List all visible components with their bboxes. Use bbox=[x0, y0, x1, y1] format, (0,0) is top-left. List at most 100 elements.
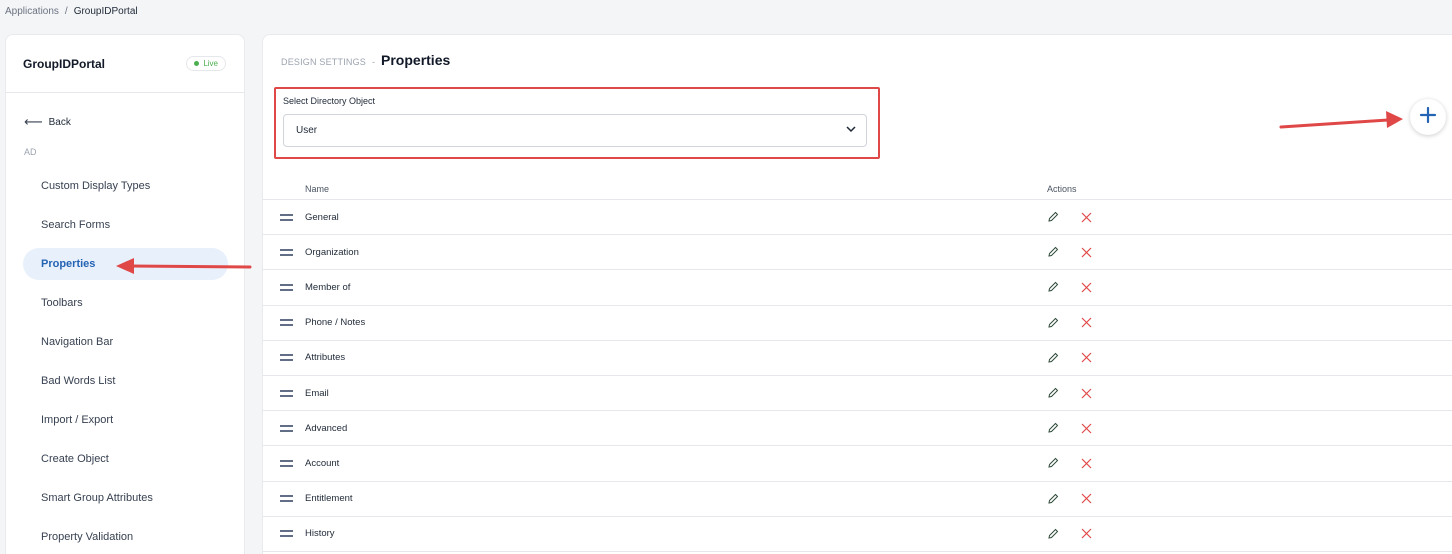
edit-button[interactable] bbox=[1047, 528, 1059, 540]
delete-button[interactable] bbox=[1081, 493, 1092, 504]
breadcrumb-applications[interactable]: Applications bbox=[5, 6, 59, 17]
close-icon bbox=[1081, 388, 1092, 398]
edit-button[interactable] bbox=[1047, 281, 1059, 293]
pencil-icon bbox=[1048, 352, 1059, 363]
breadcrumb-separator: / bbox=[64, 6, 68, 17]
row-actions bbox=[1047, 422, 1092, 434]
sidebar-item-property-validation[interactable]: Property Validation bbox=[23, 521, 228, 553]
directory-object-select-highlight: Select Directory Object User bbox=[274, 87, 880, 159]
sidebar-item-smart-group-attributes[interactable]: Smart Group Attributes bbox=[23, 482, 228, 514]
back-label: Back bbox=[48, 116, 71, 128]
pencil-icon bbox=[1048, 317, 1059, 328]
sidebar-item-import-export[interactable]: Import / Export bbox=[23, 404, 228, 436]
drag-handle-icon[interactable] bbox=[263, 460, 305, 467]
row-name: History bbox=[305, 528, 335, 540]
delete-button[interactable] bbox=[1081, 317, 1092, 328]
row-name: Advanced bbox=[305, 422, 348, 434]
chevron-down-icon bbox=[846, 125, 856, 136]
close-icon bbox=[1081, 317, 1092, 328]
pencil-icon bbox=[1048, 282, 1059, 293]
delete-button[interactable] bbox=[1081, 423, 1092, 434]
table-row: Email bbox=[263, 376, 1452, 412]
table-row: Entitlement bbox=[263, 482, 1452, 517]
table-row: Organization bbox=[263, 235, 1452, 271]
table-row: Account bbox=[263, 446, 1452, 482]
row-name: Email bbox=[305, 387, 329, 399]
drag-handle-icon[interactable] bbox=[263, 530, 305, 538]
table-body: General Organization Member of Phone / Note… bbox=[263, 200, 1452, 552]
sidebar-item-search-forms[interactable]: Search Forms bbox=[23, 209, 228, 241]
row-actions bbox=[1047, 317, 1092, 329]
breadcrumb: Applications / GroupIDPortal bbox=[5, 6, 138, 17]
pencil-icon bbox=[1048, 423, 1059, 433]
plus-icon bbox=[1419, 106, 1437, 129]
sidebar-item-bad-words-list[interactable]: Bad Words List bbox=[23, 365, 228, 397]
close-icon bbox=[1081, 282, 1092, 293]
drag-handle-icon[interactable] bbox=[263, 495, 305, 502]
delete-button[interactable] bbox=[1081, 388, 1092, 399]
sidebar-item-properties[interactable]: Properties bbox=[23, 248, 228, 280]
delete-button[interactable] bbox=[1081, 458, 1092, 469]
delete-button[interactable] bbox=[1081, 247, 1092, 258]
row-actions bbox=[1047, 493, 1092, 505]
row-actions bbox=[1047, 281, 1092, 293]
table-header: Name Actions bbox=[263, 178, 1452, 200]
drag-handle-icon[interactable] bbox=[263, 213, 305, 221]
row-actions bbox=[1047, 246, 1092, 258]
drag-handle-icon[interactable] bbox=[263, 424, 305, 432]
drag-handle-icon[interactable] bbox=[263, 248, 305, 256]
sidebar-item-create-object[interactable]: Create Object bbox=[23, 443, 228, 475]
close-icon bbox=[1081, 458, 1092, 469]
edit-button[interactable] bbox=[1047, 317, 1059, 329]
pencil-icon bbox=[1048, 458, 1059, 469]
delete-button[interactable] bbox=[1081, 352, 1092, 363]
edit-button[interactable] bbox=[1047, 211, 1059, 223]
select-label: Select Directory Object bbox=[283, 96, 376, 106]
drag-handle-icon[interactable] bbox=[263, 389, 305, 397]
edit-button[interactable] bbox=[1047, 246, 1059, 258]
arrow-left-icon: ⟵ bbox=[24, 114, 43, 129]
pencil-icon bbox=[1048, 387, 1059, 398]
pencil-icon bbox=[1048, 528, 1059, 539]
live-dot-icon bbox=[194, 61, 200, 66]
delete-button[interactable] bbox=[1081, 282, 1092, 293]
row-name: Entitlement bbox=[305, 493, 353, 505]
edit-button[interactable] bbox=[1047, 493, 1059, 505]
back-button[interactable]: ⟵ Back bbox=[24, 114, 71, 130]
edit-button[interactable] bbox=[1047, 422, 1059, 434]
edit-button[interactable] bbox=[1047, 457, 1059, 469]
edit-button[interactable] bbox=[1047, 387, 1059, 399]
section-breadcrumb: DESIGN SETTINGS bbox=[281, 57, 367, 67]
sidebar-item-navigation-bar[interactable]: Navigation Bar bbox=[23, 326, 228, 358]
directory-object-select[interactable]: User bbox=[283, 114, 867, 147]
delete-button[interactable] bbox=[1081, 528, 1092, 539]
edit-button[interactable] bbox=[1047, 352, 1059, 364]
drag-handle-icon[interactable] bbox=[263, 354, 305, 362]
row-name: Attributes bbox=[305, 352, 346, 364]
properties-table: Name Actions General Organization Member o… bbox=[263, 178, 1452, 552]
row-actions bbox=[1047, 387, 1092, 399]
drag-handle-icon[interactable] bbox=[263, 319, 305, 326]
column-header-name: Name bbox=[305, 183, 330, 194]
column-header-actions: Actions bbox=[1047, 183, 1077, 194]
row-name: Organization bbox=[305, 246, 359, 258]
row-name: Account bbox=[305, 457, 340, 469]
table-row: Advanced bbox=[263, 411, 1452, 447]
close-icon bbox=[1081, 493, 1092, 504]
add-property-button[interactable] bbox=[1410, 99, 1446, 135]
row-actions bbox=[1047, 457, 1092, 469]
row-name: Member of bbox=[305, 281, 351, 293]
main-panel: DESIGN SETTINGS - Properties Select Dire… bbox=[262, 34, 1452, 554]
header-separator: - bbox=[372, 57, 376, 67]
close-icon bbox=[1081, 247, 1092, 258]
pencil-icon bbox=[1048, 211, 1059, 222]
row-name: Phone / Notes bbox=[305, 317, 366, 329]
status-text: Live bbox=[203, 59, 218, 68]
sidebar-item-toolbars[interactable]: Toolbars bbox=[23, 287, 228, 319]
app-name: GroupIDPortal bbox=[23, 56, 106, 71]
delete-button[interactable] bbox=[1081, 212, 1092, 223]
drag-handle-icon[interactable] bbox=[263, 284, 305, 291]
row-actions bbox=[1047, 352, 1092, 364]
close-icon bbox=[1081, 352, 1092, 363]
sidebar-item-custom-display-types[interactable]: Custom Display Types bbox=[23, 170, 228, 202]
